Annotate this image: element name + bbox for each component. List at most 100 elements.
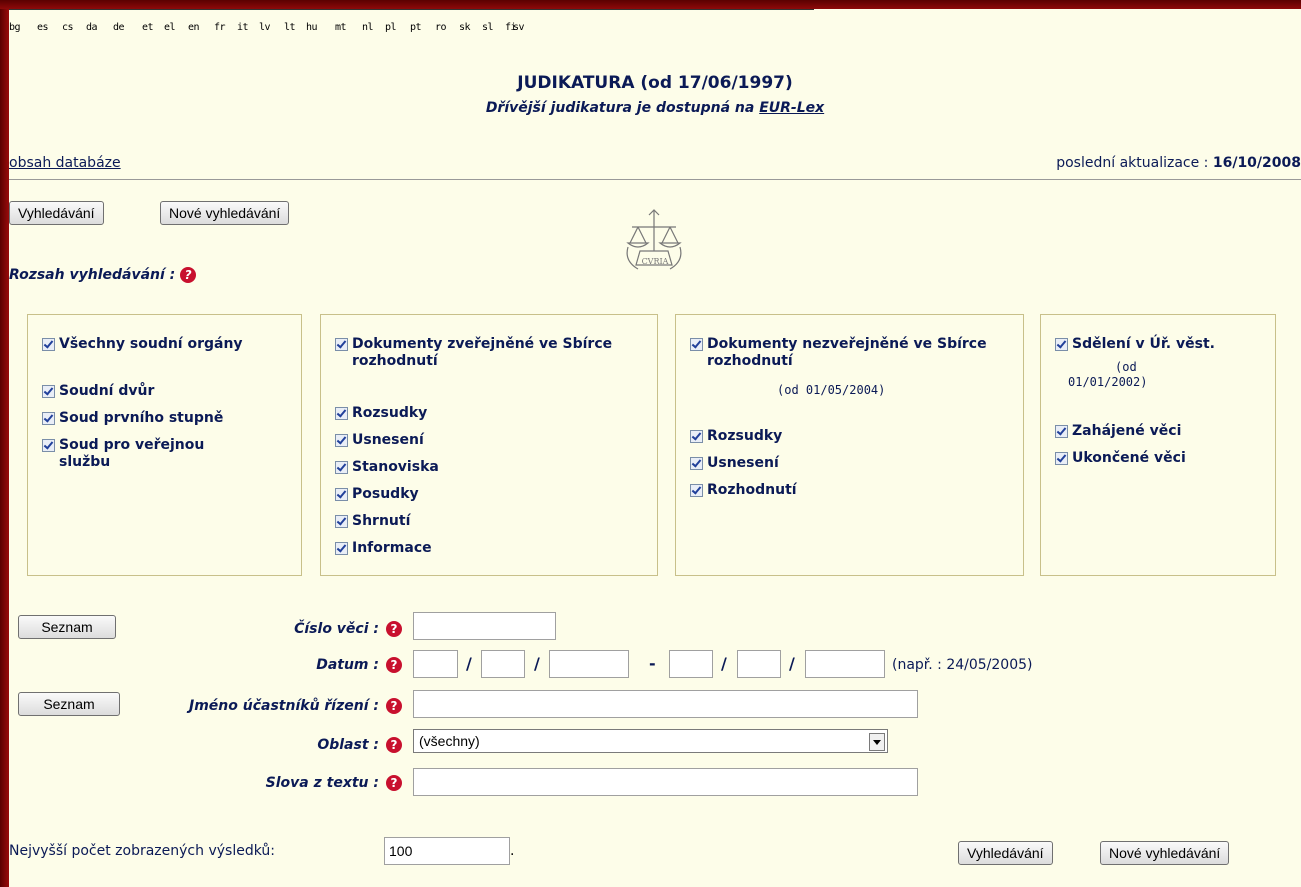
checkbox-checked-icon[interactable] — [1055, 425, 1068, 438]
area-label: Oblast : — [317, 737, 379, 753]
area-select[interactable]: (všechny) — [413, 729, 888, 753]
language-link-nl[interactable]: nl — [362, 22, 374, 33]
help-icon[interactable]: ? — [386, 775, 402, 791]
checkbox-checked-icon[interactable] — [42, 439, 55, 452]
max-results-input[interactable] — [384, 837, 510, 865]
language-link-sv[interactable]: sv — [513, 22, 525, 33]
date-from-month-input[interactable] — [481, 650, 525, 678]
help-icon[interactable]: ? — [386, 698, 402, 714]
words-input[interactable] — [413, 768, 918, 796]
language-link-fr[interactable]: fr — [214, 22, 226, 33]
language-link-sl[interactable]: sl — [482, 22, 494, 33]
language-link-cs[interactable]: cs — [62, 22, 74, 33]
logo-text: CVRIA — [641, 257, 669, 266]
checkbox-checked-icon[interactable] — [335, 515, 348, 528]
case-number-input[interactable] — [413, 612, 556, 640]
checkbox-checked-icon[interactable] — [1055, 338, 1068, 351]
checkbox-checked-icon[interactable] — [335, 434, 348, 447]
checkbox-official-journal[interactable]: Sdělení v Úř. věst. — [1055, 336, 1215, 353]
checkbox-published-information[interactable]: Informace — [335, 540, 432, 557]
date-from-year-input[interactable] — [549, 650, 629, 678]
page-left-border — [0, 0, 9, 887]
date-to-year-input[interactable] — [805, 650, 885, 678]
checkbox-checked-icon[interactable] — [42, 385, 55, 398]
language-link-es[interactable]: es — [37, 22, 49, 33]
parties-list-button[interactable]: Seznam — [18, 692, 120, 716]
date-to-day-input[interactable] — [669, 650, 713, 678]
checkbox-checked-icon[interactable] — [335, 338, 348, 351]
checkbox-pending-cases[interactable]: Zahájené věci — [1055, 423, 1181, 440]
checkbox-civil-service-tribunal[interactable]: Soud pro veřejnou službu — [42, 437, 242, 471]
checkbox-published-orders[interactable]: Usnesení — [335, 432, 424, 449]
language-link-pl[interactable]: pl — [385, 22, 397, 33]
language-link-mt[interactable]: mt — [335, 22, 347, 33]
area-selected-value: (všechny) — [419, 733, 480, 749]
checkbox-closed-cases[interactable]: Ukončené věci — [1055, 450, 1186, 467]
checkbox-checked-icon[interactable] — [335, 461, 348, 474]
unpublished-date-note: (od 01/05/2004) — [777, 383, 886, 397]
oj-date-note-1: (od — [1115, 360, 1137, 374]
checkbox-checked-icon[interactable] — [42, 338, 55, 351]
checkbox-published-judgments[interactable]: Rozsudky — [335, 405, 427, 422]
checkbox-court-of-justice[interactable]: Soudní dvůr — [42, 383, 154, 400]
eur-lex-link[interactable]: EUR-Lex — [759, 100, 824, 116]
unpublished-docs-panel: Dokumenty nezveřejněné ve Sbírce rozhodn… — [675, 314, 1024, 576]
date-range-separator: - — [649, 654, 656, 673]
checkbox-checked-icon[interactable] — [335, 542, 348, 555]
language-link-ro[interactable]: ro — [435, 22, 447, 33]
database-contents-link[interactable]: obsah databáze — [9, 155, 121, 171]
date-separator: / — [534, 654, 540, 673]
help-icon[interactable]: ? — [386, 621, 402, 637]
checkbox-published-summaries[interactable]: Shrnutí — [335, 513, 410, 530]
checkbox-unpublished-orders[interactable]: Usnesení — [690, 455, 779, 472]
checkbox-published-opinions[interactable]: Stanoviska — [335, 459, 439, 476]
checkbox-checked-icon[interactable] — [690, 338, 703, 351]
language-bar: bg es cs da de et el en fr it lv lt hu mt nl pl pt ro sk sl… — [9, 9, 814, 37]
language-link-lv[interactable]: lv — [259, 22, 271, 33]
max-results-period: . — [510, 843, 515, 859]
checkbox-checked-icon[interactable] — [690, 430, 703, 443]
language-link-lt[interactable]: lt — [284, 22, 296, 33]
language-link-bg[interactable]: bg — [9, 22, 21, 33]
date-to-month-input[interactable] — [737, 650, 781, 678]
help-icon[interactable]: ? — [386, 657, 402, 673]
language-link-hu[interactable]: hu — [306, 22, 318, 33]
date-separator: / — [789, 654, 795, 673]
case-list-button[interactable]: Seznam — [18, 615, 116, 639]
search-button-top[interactable]: Vyhledávání — [9, 201, 104, 225]
checkbox-checked-icon[interactable] — [690, 457, 703, 470]
help-icon[interactable]: ? — [180, 267, 197, 283]
language-link-sk[interactable]: sk — [459, 22, 471, 33]
checkbox-checked-icon[interactable] — [335, 407, 348, 420]
checkbox-unpublished-decisions[interactable]: Rozhodnutí — [690, 482, 797, 499]
checkbox-unpublished-docs[interactable]: Dokumenty nezveřejněné ve Sbírce rozhodn… — [690, 336, 990, 370]
language-link-el[interactable]: el — [164, 22, 176, 33]
language-link-da[interactable]: da — [86, 22, 98, 33]
new-search-button-bottom[interactable]: Nové vyhledávání — [1100, 841, 1230, 865]
date-from-day-input[interactable] — [413, 650, 458, 678]
language-link-et[interactable]: et — [142, 22, 154, 33]
checkbox-published-views[interactable]: Posudky — [335, 486, 419, 503]
search-page: bg es cs da de et el en fr it lv lt hu mt nl pl pt ro sk sl… — [9, 9, 1301, 887]
help-icon[interactable]: ? — [386, 737, 402, 753]
language-link-it[interactable]: it — [237, 22, 249, 33]
search-button-bottom[interactable]: Vyhledávání — [958, 841, 1053, 865]
language-link-de[interactable]: de — [113, 22, 125, 33]
new-search-button-top[interactable]: Nové vyhledávání — [160, 201, 290, 225]
curia-logo: CVRIA — [618, 207, 690, 277]
oj-date-note-2: 01/01/2002) — [1068, 375, 1148, 389]
language-link-pt[interactable]: pt — [410, 22, 422, 33]
checkbox-checked-icon[interactable] — [1055, 452, 1068, 465]
checkbox-unpublished-judgments[interactable]: Rozsudky — [690, 428, 782, 445]
checkbox-published-docs[interactable]: Dokumenty zveřejněné ve Sbírce rozhodnut… — [335, 336, 625, 370]
last-update-label: poslední aktualizace : — [1056, 155, 1213, 171]
checkbox-checked-icon[interactable] — [690, 484, 703, 497]
checkbox-checked-icon[interactable] — [42, 412, 55, 425]
checkbox-checked-icon[interactable] — [335, 488, 348, 501]
checkbox-all-courts[interactable]: Všechny soudní orgány — [42, 336, 243, 353]
checkbox-court-first-instance[interactable]: Soud prvního stupně — [42, 410, 223, 427]
language-link-en[interactable]: en — [188, 22, 200, 33]
chevron-down-icon[interactable] — [869, 733, 885, 751]
search-scope-label: Rozsah vyhledávání : ? — [9, 267, 197, 283]
parties-input[interactable] — [413, 690, 918, 718]
